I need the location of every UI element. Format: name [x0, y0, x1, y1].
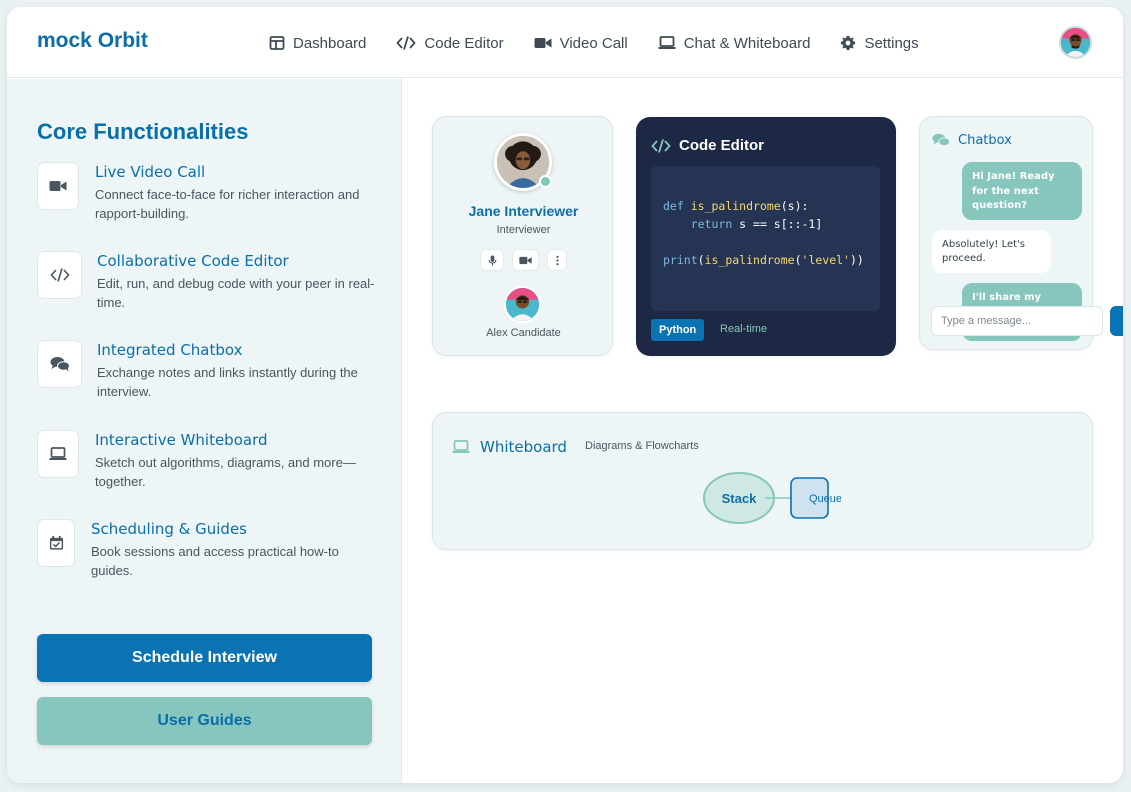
- code-area[interactable]: def is_palindrome(s): return s == s[::-1…: [651, 166, 880, 311]
- whiteboard-title: Whiteboard: [480, 438, 567, 456]
- nav-label: Chat & Whiteboard: [683, 34, 811, 52]
- whiteboard-canvas[interactable]: Stack Queue: [701, 469, 846, 527]
- code-editor-title: Code Editor: [679, 137, 764, 154]
- nav-label: Code Editor: [424, 34, 504, 52]
- calendar-check-icon: [49, 535, 63, 550]
- video-call-card: Jane Interviewer Interviewer Alex Candid…: [432, 116, 613, 356]
- laptop-icon: [49, 447, 67, 460]
- interviewer-role: Interviewer: [496, 224, 551, 236]
- feature-title: Scheduling & Guides: [91, 520, 247, 538]
- code-icon: [396, 36, 417, 50]
- code-line: def is_palindrome(s):: [663, 199, 809, 213]
- more-vertical-icon: [555, 255, 559, 265]
- video-icon: [519, 256, 532, 264]
- code-line: print(is_palindrome('level')): [663, 253, 864, 267]
- feature-code-editor: Collaborative Code Editor Edit, run, and…: [37, 251, 382, 311]
- whiteboard-header: Whiteboard: [452, 438, 567, 456]
- nav-video-call[interactable]: Video Call: [534, 31, 628, 55]
- layout-icon: [269, 36, 285, 50]
- feature-description: Book sessions and access practical how-t…: [91, 544, 339, 578]
- chat-icon: [932, 133, 950, 147]
- candidate-avatar: [504, 286, 541, 323]
- interviewer-name: Jane Interviewer: [468, 203, 579, 219]
- sidebar: Core Functionalities Live Video Call Con…: [7, 79, 402, 783]
- chat-message-outgoing: Hi Jane! Ready for the next question?: [962, 162, 1082, 220]
- video-icon: [49, 181, 67, 191]
- chatbox-title: Chatbox: [958, 132, 1012, 148]
- nav-code-editor[interactable]: Code Editor: [396, 31, 504, 55]
- more-options-button[interactable]: [547, 249, 567, 271]
- feature-title: Interactive Whiteboard: [95, 431, 268, 449]
- whiteboard-card: Whiteboard Diagrams & Flowcharts Stack Q…: [432, 412, 1093, 550]
- nav-label: Video Call: [559, 34, 628, 52]
- brand-logo[interactable]: mock Orbit: [37, 29, 148, 53]
- nav-dashboard[interactable]: Dashboard: [269, 31, 366, 55]
- language-badge[interactable]: Python: [651, 319, 705, 341]
- chat-message-incoming: Absolutely! Let's proceed.: [932, 230, 1051, 273]
- code-editor-header: Code Editor: [651, 137, 764, 154]
- candidate-name: Alex Candidate: [486, 327, 561, 339]
- app-window: mock Orbit Dashboard Code Editor Video C…: [7, 7, 1123, 783]
- chatbox-card: Chatbox Hi Jane! Ready for the next ques…: [919, 116, 1123, 350]
- feature-icon-box: [37, 162, 79, 210]
- feature-whiteboard: Interactive Whiteboard Sketch out algori…: [37, 430, 382, 490]
- online-status-dot: [539, 175, 552, 188]
- feature-chatbox: Integrated Chatbox Exchange notes and li…: [37, 340, 382, 400]
- microphone-icon: [488, 254, 496, 266]
- nav-label: Settings: [864, 34, 919, 52]
- code-editor-card: Code Editor def is_palindrome(s): return…: [636, 117, 896, 356]
- schedule-interview-button[interactable]: Schedule Interview: [37, 634, 372, 682]
- video-icon: [534, 38, 552, 48]
- feature-description: Connect face-to-face for richer interact…: [95, 187, 360, 221]
- nav-settings[interactable]: Settings: [840, 31, 919, 55]
- send-message-button[interactable]: [1110, 306, 1123, 336]
- chat-icon: [50, 357, 70, 372]
- feature-title: Collaborative Code Editor: [97, 252, 289, 270]
- queue-node-label: Queue: [809, 493, 842, 505]
- sidebar-title: Core Functionalities: [37, 119, 249, 144]
- nav-chat-whiteboard[interactable]: Chat & Whiteboard: [658, 31, 811, 55]
- feature-description: Sketch out algorithms, diagrams, and mor…: [95, 455, 356, 489]
- feature-title: Live Video Call: [95, 163, 206, 181]
- chatbox-header: Chatbox: [932, 132, 1012, 148]
- feature-icon-box: [37, 251, 82, 299]
- feature-scheduling: Scheduling & Guides Book sessions and ac…: [37, 519, 382, 579]
- laptop-icon: [658, 36, 676, 49]
- feature-description: Exchange notes and links instantly durin…: [97, 365, 358, 399]
- feature-icon-box: [37, 519, 75, 567]
- feature-icon-box: [37, 340, 82, 388]
- call-controls: [480, 249, 567, 271]
- code-line: return s == s[::-1]: [690, 217, 823, 231]
- nav-label: Dashboard: [293, 34, 367, 52]
- user-avatar[interactable]: [1059, 26, 1092, 59]
- user-guides-button[interactable]: User Guides: [37, 697, 372, 745]
- top-navbar: mock Orbit Dashboard Code Editor Video C…: [7, 7, 1123, 78]
- mic-button[interactable]: [480, 249, 504, 271]
- code-icon: [49, 268, 70, 282]
- code-icon: [651, 138, 671, 153]
- whiteboard-subtitle: Diagrams & Flowcharts: [585, 440, 699, 452]
- main-nav: Dashboard Code Editor Video Call Chat & …: [269, 31, 919, 55]
- feature-title: Integrated Chatbox: [97, 341, 243, 359]
- feature-icon-box: [37, 430, 79, 478]
- realtime-label: Real-time: [720, 323, 768, 335]
- stack-node-label: Stack: [722, 491, 757, 506]
- chat-message-input[interactable]: [931, 306, 1103, 336]
- feature-description: Edit, run, and debug code with your peer…: [97, 276, 375, 310]
- laptop-icon: [452, 440, 470, 453]
- feature-live-video-call: Live Video Call Connect face-to-face for…: [37, 162, 382, 222]
- camera-button[interactable]: [512, 249, 539, 271]
- gear-icon: [841, 35, 856, 51]
